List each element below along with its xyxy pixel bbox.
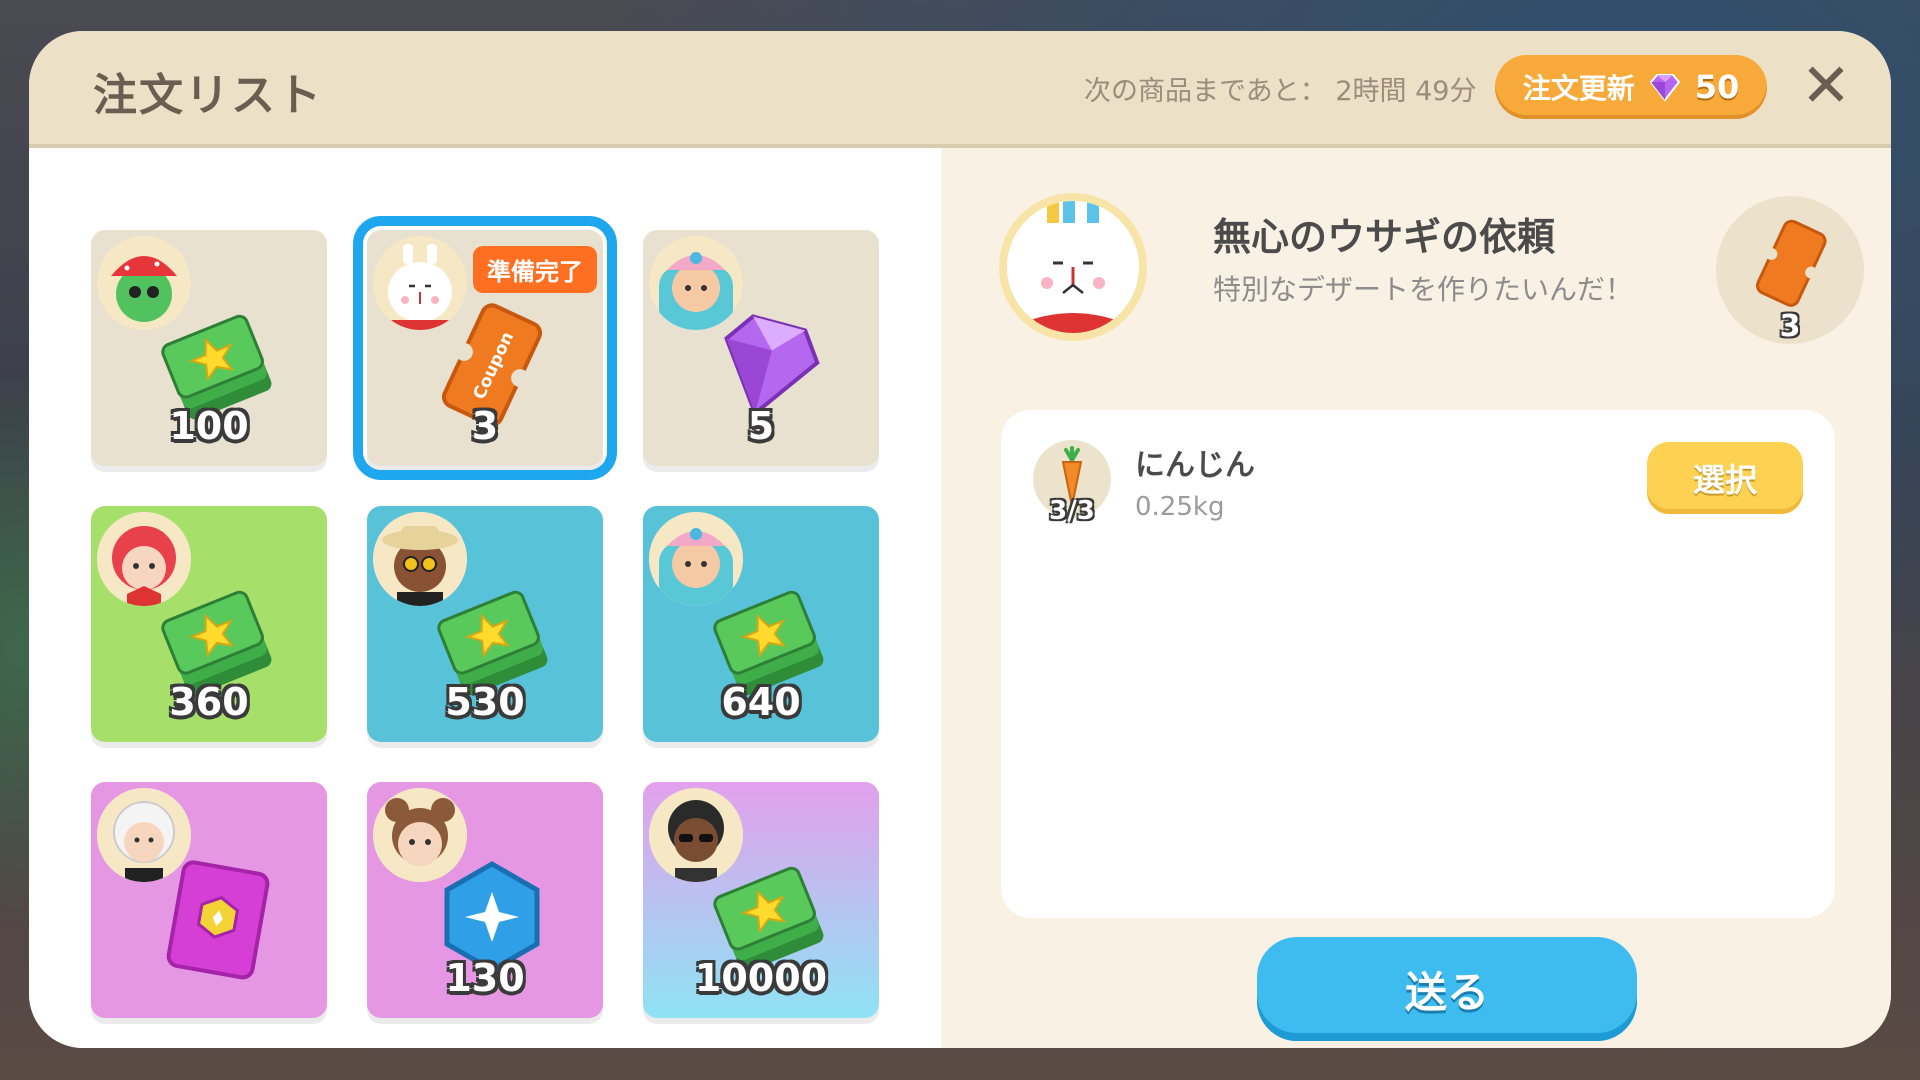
required-items-panel: 3/3 にんじん 0.25kg 選択 bbox=[1001, 410, 1835, 918]
order-card[interactable]: 5 bbox=[643, 230, 879, 466]
order-card[interactable]: 530 bbox=[367, 506, 603, 742]
requester-avatar bbox=[999, 193, 1147, 341]
request-reward-count: 3 bbox=[1779, 309, 1801, 344]
order-list-modal: 注文リスト 次の商品まであと： 2時間 49分 注文更新 50 ✕ 100 Co… bbox=[29, 31, 1891, 1048]
item-name: にんじん bbox=[1135, 448, 1255, 483]
order-amount: 640 bbox=[721, 680, 801, 724]
order-grid: 100 Coupon 準備完了 3 5 360 530 640 130 1000… bbox=[29, 148, 941, 1048]
order-card[interactable]: 360 bbox=[91, 506, 327, 742]
gift-pack-icon bbox=[166, 860, 270, 980]
order-card[interactable]: 10000 bbox=[643, 782, 879, 1018]
order-amount: 100 bbox=[169, 404, 249, 448]
order-card[interactable]: 130 bbox=[367, 782, 603, 1018]
refresh-cost: 50 bbox=[1694, 68, 1740, 106]
refresh-orders-button[interactable]: 注文更新 50 bbox=[1495, 55, 1767, 119]
order-amount: 3 bbox=[471, 404, 499, 448]
order-amount: 5 bbox=[747, 404, 775, 448]
request-subtitle: 特別なデザートを作りたいんだ！ bbox=[1213, 273, 1634, 306]
send-button[interactable]: 送る bbox=[1257, 937, 1637, 1041]
order-amount: 360 bbox=[169, 680, 249, 724]
order-detail-panel: 無心のウサギの依頼 特別なデザートを作りたいんだ！ 3 3/3 にんじん 0.2… bbox=[941, 148, 1891, 1048]
close-button[interactable]: ✕ bbox=[1793, 51, 1859, 121]
order-card-selected[interactable]: Coupon 準備完了 3 bbox=[353, 216, 617, 480]
ready-badge: 準備完了 bbox=[473, 246, 597, 293]
order-card[interactable]: 640 bbox=[643, 506, 879, 742]
item-count: 3/3 bbox=[1049, 496, 1095, 526]
order-amount: 530 bbox=[445, 680, 525, 724]
timer-label: 次の商品まであと： bbox=[1084, 76, 1327, 107]
modal-title: 注文リスト bbox=[93, 70, 323, 121]
order-amount: 130 bbox=[445, 956, 525, 1000]
next-order-timer: 次の商品まであと： 2時間 49分 bbox=[1084, 69, 1476, 108]
request-reward: 3 bbox=[1716, 196, 1864, 344]
rabbit-character-icon bbox=[1007, 201, 1139, 333]
item-weight: 0.25kg bbox=[1135, 492, 1225, 522]
order-amount: 10000 bbox=[694, 956, 828, 1000]
modal-header: 注文リスト 次の商品まであと： 2時間 49分 注文更新 50 ✕ bbox=[29, 31, 1891, 148]
timer-value: 2時間 49分 bbox=[1335, 76, 1477, 107]
order-card[interactable] bbox=[91, 782, 327, 1018]
refresh-orders-label: 注文更新 bbox=[1522, 72, 1635, 105]
gem-icon bbox=[1649, 74, 1681, 102]
close-icon: ✕ bbox=[1800, 51, 1852, 121]
select-item-button[interactable]: 選択 bbox=[1647, 442, 1803, 514]
request-title: 無心のウサギの依頼 bbox=[1213, 215, 1556, 259]
order-card[interactable]: 100 bbox=[91, 230, 327, 466]
